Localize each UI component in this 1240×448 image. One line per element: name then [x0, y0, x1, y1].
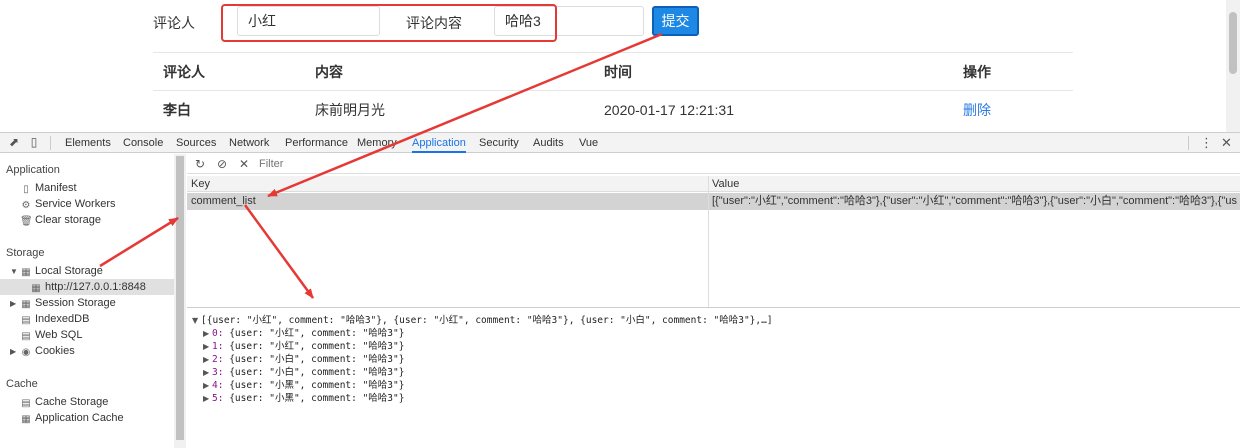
list-item[interactable]: ▶ 4: {user: "小黑", comment: "哈哈3"} — [203, 379, 404, 392]
collapsed-arrow-icon: ▶ — [203, 368, 210, 377]
submit-button[interactable]: 提交 — [652, 6, 699, 36]
database-icon: ▤ — [21, 331, 31, 342]
collapsed-arrow-icon: ▶ — [203, 342, 210, 351]
sidebar-item-manifest[interactable]: ▯ Manifest — [20, 180, 76, 196]
storage-grid: Key Value comment_list [{"user":"小红","co… — [187, 176, 1240, 308]
tab-application[interactable]: Application — [412, 133, 466, 153]
grid-icon: ▦ — [21, 267, 31, 278]
table-header-row: 评论人 内容 时间 操作 — [153, 52, 1073, 90]
sidebar-item-websql[interactable]: ▤ Web SQL — [20, 327, 82, 343]
preview-summary[interactable]: ▼ [{user: "小红", comment: "哈哈3"}, {user: "… — [192, 314, 773, 327]
row-user: 李白 — [163, 102, 191, 118]
close-icon[interactable]: ✕ — [1221, 135, 1232, 151]
section-cache: Cache — [6, 378, 38, 390]
database-icon: ▤ — [21, 398, 31, 409]
grid-icon: ▦ — [31, 283, 41, 294]
grid-header: Key Value — [187, 176, 1240, 192]
sidebar-item-local-origin[interactable]: ▦ http://127.0.0.1:8848 — [0, 279, 174, 295]
sidebar-item-cache-storage[interactable]: ▤ Cache Storage — [20, 394, 108, 410]
header-content: 内容 — [315, 64, 343, 80]
list-item[interactable]: ▶ 5: {user: "小黑", comment: "哈哈3"} — [203, 392, 404, 405]
table-row[interactable]: comment_list [{"user":"小红","comment":"哈哈… — [187, 193, 1240, 210]
sidebar-item-application-cache[interactable]: ▦ Application Cache — [20, 410, 123, 426]
tab-network[interactable]: Network — [229, 133, 269, 153]
storage-value: [{"user":"小红","comment":"哈哈3"},{"user":"… — [712, 195, 1237, 207]
header-action: 操作 — [963, 64, 991, 80]
grid-icon: ▦ — [21, 299, 31, 310]
cookie-icon: ◉ — [21, 347, 31, 358]
collapsed-arrow-icon: ▶ — [203, 355, 210, 364]
section-application: Application — [6, 164, 60, 176]
section-storage: Storage — [6, 247, 45, 259]
sidebar-item-clear-storage[interactable]: 🗑 Clear storage — [20, 212, 101, 228]
sidebar-item-cookies[interactable]: ▶ ◉ Cookies — [10, 343, 75, 359]
row-content: 床前明月光 — [315, 102, 385, 118]
row-time: 2020-01-17 12:21:31 — [604, 102, 734, 118]
web-page: 评论人 小红 评论内容 哈哈3 提交 评论人 内容 时间 操作 李白 床前明月光… — [0, 0, 1240, 132]
devtools-panel: ⬈ ▯ Elements Console Sources Network Per… — [0, 132, 1240, 448]
collapse-arrow-icon: ▶ — [10, 299, 17, 308]
list-item[interactable]: ▶ 0: {user: "小红", comment: "哈哈3"} — [203, 327, 404, 340]
delete-selected-icon[interactable]: ✕ — [237, 157, 251, 171]
delete-link[interactable]: 删除 — [963, 91, 991, 129]
file-icon: ▯ — [23, 184, 29, 195]
tab-security[interactable]: Security — [479, 133, 519, 153]
sidebar-item-local-storage[interactable]: ▼ ▦ Local Storage — [10, 263, 103, 279]
expand-arrow-icon: ▼ — [10, 267, 18, 276]
application-sidebar: Application ▯ Manifest ⚙ Service Workers 🗑… — [0, 154, 186, 448]
user-label: 评论人 — [153, 15, 195, 31]
storage-key: comment_list — [191, 195, 256, 207]
collapsed-arrow-icon: ▶ — [203, 329, 210, 338]
device-toolbar-icon[interactable]: ▯ — [27, 136, 41, 149]
table-row: 李白 床前明月光 2020-01-17 12:21:31 删除 — [153, 90, 1073, 128]
tab-console[interactable]: Console — [123, 133, 163, 153]
key-column-header[interactable]: Key — [191, 176, 210, 192]
tab-sources[interactable]: Sources — [176, 133, 216, 153]
tab-elements[interactable]: Elements — [65, 133, 111, 153]
tab-memory[interactable]: Memory — [357, 133, 397, 153]
comment-table: 评论人 内容 时间 操作 李白 床前明月光 2020-01-17 12:21:3… — [153, 52, 1073, 128]
expanded-arrow-icon: ▼ — [192, 316, 199, 325]
sidebar-scrollbar[interactable] — [174, 154, 186, 448]
refresh-icon[interactable]: ↻ — [193, 157, 207, 171]
page-scrollbar[interactable] — [1226, 0, 1240, 132]
storage-view: ↻ ⊘ ✕ Key Value comment_list [{"user":"小… — [187, 154, 1240, 448]
database-icon: ▤ — [21, 315, 31, 326]
value-preview: ▼ [{user: "小红", comment: "哈哈3"}, {user: "… — [187, 310, 1240, 448]
sidebar-item-session-storage[interactable]: ▶ ▦ Session Storage — [10, 295, 116, 311]
trash-icon: 🗑 — [20, 216, 33, 227]
collapse-arrow-icon: ▶ — [10, 347, 17, 356]
value-column-header[interactable]: Value — [712, 176, 739, 192]
filter-input[interactable] — [257, 156, 707, 172]
sidebar-item-indexeddb[interactable]: ▤ IndexedDB — [20, 311, 89, 327]
collapsed-arrow-icon: ▶ — [203, 381, 210, 390]
clear-icon[interactable]: ⊘ — [215, 157, 229, 171]
devtools-tabbar: ⬈ ▯ Elements Console Sources Network Per… — [0, 133, 1240, 153]
sidebar-item-service-workers[interactable]: ⚙ Service Workers — [20, 196, 116, 212]
header-time: 时间 — [604, 64, 632, 80]
header-user: 评论人 — [163, 64, 205, 80]
list-item[interactable]: ▶ 2: {user: "小白", comment: "哈哈3"} — [203, 353, 404, 366]
list-item[interactable]: ▶ 3: {user: "小白", comment: "哈哈3"} — [203, 366, 404, 379]
tab-audits[interactable]: Audits — [533, 133, 564, 153]
gear-icon: ⚙ — [21, 200, 31, 211]
collapsed-arrow-icon: ▶ — [203, 394, 210, 403]
annotation-highlight-box — [221, 4, 557, 42]
list-item[interactable]: ▶ 1: {user: "小红", comment: "哈哈3"} — [203, 340, 404, 353]
tab-vue[interactable]: Vue — [579, 133, 598, 153]
tab-performance[interactable]: Performance — [285, 133, 348, 153]
storage-toolbar: ↻ ⊘ ✕ — [187, 154, 1240, 174]
more-options-icon[interactable]: ⋮ — [1200, 135, 1213, 151]
grid-icon: ▦ — [21, 414, 31, 425]
inspect-element-icon[interactable]: ⬈ — [7, 136, 21, 149]
